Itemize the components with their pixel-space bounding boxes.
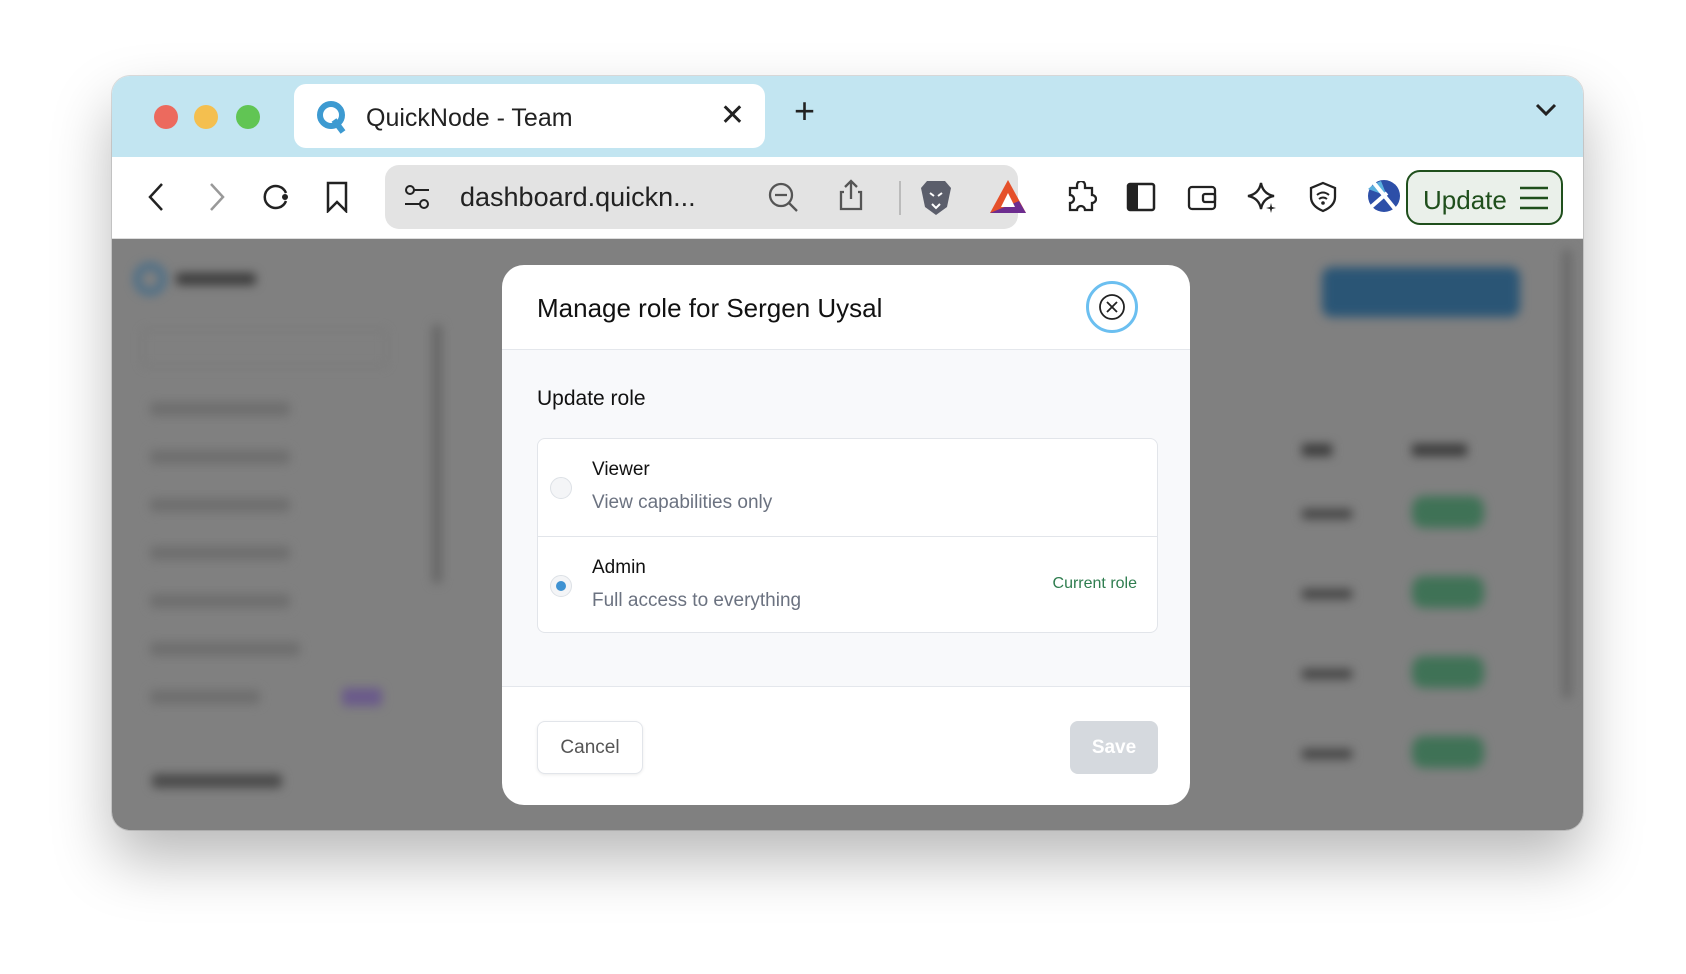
save-button[interactable]: Save — [1070, 721, 1158, 774]
role-option-admin[interactable]: Admin Full access to everything Current … — [538, 536, 1157, 633]
status-badge — [1412, 656, 1484, 688]
close-tab-icon[interactable]: ✕ — [720, 98, 745, 133]
table-cell — [1302, 509, 1352, 519]
close-icon — [1099, 294, 1125, 320]
sidebar-item[interactable] — [150, 642, 300, 656]
invite-button[interactable] — [1322, 267, 1520, 317]
forward-icon[interactable] — [200, 181, 232, 213]
url-text[interactable]: dashboard.quickn... — [460, 182, 696, 213]
profile-extension-icon[interactable] — [1367, 179, 1401, 213]
sidebar-item[interactable] — [150, 546, 290, 560]
sidebar-scrollbar[interactable] — [432, 324, 442, 584]
sidebar-icon[interactable] — [1125, 181, 1157, 213]
app-name-placeholder — [176, 273, 256, 285]
address-bar[interactable]: dashboard.quickn... — [385, 165, 1026, 229]
manage-role-dialog: Manage role for Sergen Uysal Update role… — [502, 265, 1190, 805]
role-description: Full access to everything — [592, 590, 802, 611]
plan-label-placeholder — [152, 774, 282, 788]
role-option-viewer[interactable]: Viewer View capabilities only — [538, 439, 1157, 536]
divider — [899, 181, 901, 215]
new-tab-icon[interactable]: + — [794, 90, 815, 132]
quicknode-logo-icon — [317, 101, 346, 134]
admin-radio[interactable] — [550, 575, 572, 597]
current-role-badge: Current role — [1052, 575, 1137, 592]
minimize-window-button[interactable] — [194, 105, 218, 129]
status-badge — [1412, 736, 1484, 768]
update-role-label: Update role — [537, 387, 646, 410]
sidebar-item[interactable] — [150, 498, 290, 512]
viewer-radio[interactable] — [550, 477, 572, 499]
toolbar: dashboard.quickn... Update — [112, 157, 1583, 239]
close-window-button[interactable] — [154, 105, 178, 129]
update-button[interactable]: Update — [1406, 170, 1563, 225]
new-badge — [342, 688, 382, 706]
table-header — [1302, 444, 1332, 456]
sidebar-item[interactable] — [150, 402, 290, 416]
sidebar-item[interactable] — [150, 690, 260, 704]
browser-window: QuickNode - Team ✕ + dashboard.quickn...… — [112, 76, 1583, 830]
create-dropdown[interactable] — [142, 329, 387, 367]
vpn-shield-icon[interactable] — [1307, 181, 1339, 213]
close-dialog-button[interactable] — [1086, 281, 1138, 333]
table-cell — [1302, 589, 1352, 599]
role-options: Viewer View capabilities only Admin Full… — [537, 438, 1158, 633]
back-icon[interactable] — [141, 181, 173, 213]
extensions-icon[interactable] — [1065, 181, 1097, 213]
tab-title: QuickNode - Team — [366, 104, 573, 132]
table-cell — [1302, 749, 1352, 759]
reload-icon[interactable] — [260, 181, 292, 213]
cancel-button[interactable]: Cancel — [537, 721, 643, 774]
update-label: Update — [1423, 185, 1507, 215]
page-scrollbar[interactable] — [1562, 249, 1572, 699]
brave-shields-icon[interactable] — [919, 179, 953, 217]
app-logo-icon — [134, 263, 166, 295]
sidebar-item[interactable] — [150, 450, 290, 464]
tab-quicknode-team[interactable]: QuickNode - Team ✕ — [294, 84, 765, 148]
share-icon[interactable] — [835, 179, 867, 211]
role-name: Admin — [592, 557, 646, 578]
brave-rewards-icon[interactable] — [989, 179, 1027, 215]
table-cell — [1302, 669, 1352, 679]
maximize-window-button[interactable] — [236, 105, 260, 129]
menu-icon — [1520, 186, 1548, 210]
chevron-down-icon[interactable] — [1534, 102, 1558, 118]
status-badge — [1412, 496, 1484, 528]
table-header — [1412, 444, 1467, 456]
status-badge — [1412, 576, 1484, 608]
dialog-title: Manage role for Sergen Uysal — [537, 293, 883, 323]
zoom-out-icon[interactable] — [767, 181, 799, 213]
sidebar-item[interactable] — [150, 594, 290, 608]
role-description: View capabilities only — [592, 492, 773, 513]
site-settings-icon[interactable] — [401, 181, 433, 213]
role-name: Viewer — [592, 459, 650, 480]
wallet-icon[interactable] — [1186, 181, 1218, 213]
tab-bar: QuickNode - Team ✕ + — [112, 76, 1583, 157]
leo-ai-icon[interactable] — [1246, 181, 1278, 213]
bookmark-icon[interactable] — [321, 181, 353, 213]
